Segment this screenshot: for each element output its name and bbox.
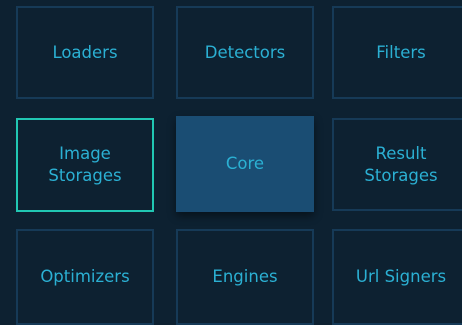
- loaders-label: Loaders: [52, 42, 118, 62]
- engines-box[interactable]: Engines: [176, 229, 314, 325]
- url-signers-box[interactable]: Url Signers: [332, 229, 462, 325]
- url-signers-label: Url Signers: [355, 267, 447, 286]
- core-label: Core: [225, 154, 265, 173]
- result-storages-box[interactable]: Result Storages: [332, 118, 462, 211]
- image-storages-box[interactable]: Image Storages: [16, 118, 154, 212]
- core-box[interactable]: Core: [176, 116, 314, 212]
- optimizers-box[interactable]: Optimizers: [16, 229, 154, 325]
- optimizers-label: Optimizers: [40, 267, 130, 286]
- filters-box[interactable]: Filters: [332, 6, 462, 99]
- engines-label: Engines: [212, 267, 278, 286]
- result-storages-label: Result Storages: [364, 143, 438, 185]
- detectors-label: Detectors: [204, 42, 286, 62]
- loaders-box[interactable]: Loaders: [16, 6, 154, 99]
- filters-label: Filters: [376, 42, 426, 62]
- image-storages-label: Image Storages: [48, 144, 122, 185]
- detectors-box[interactable]: Detectors: [176, 6, 314, 99]
